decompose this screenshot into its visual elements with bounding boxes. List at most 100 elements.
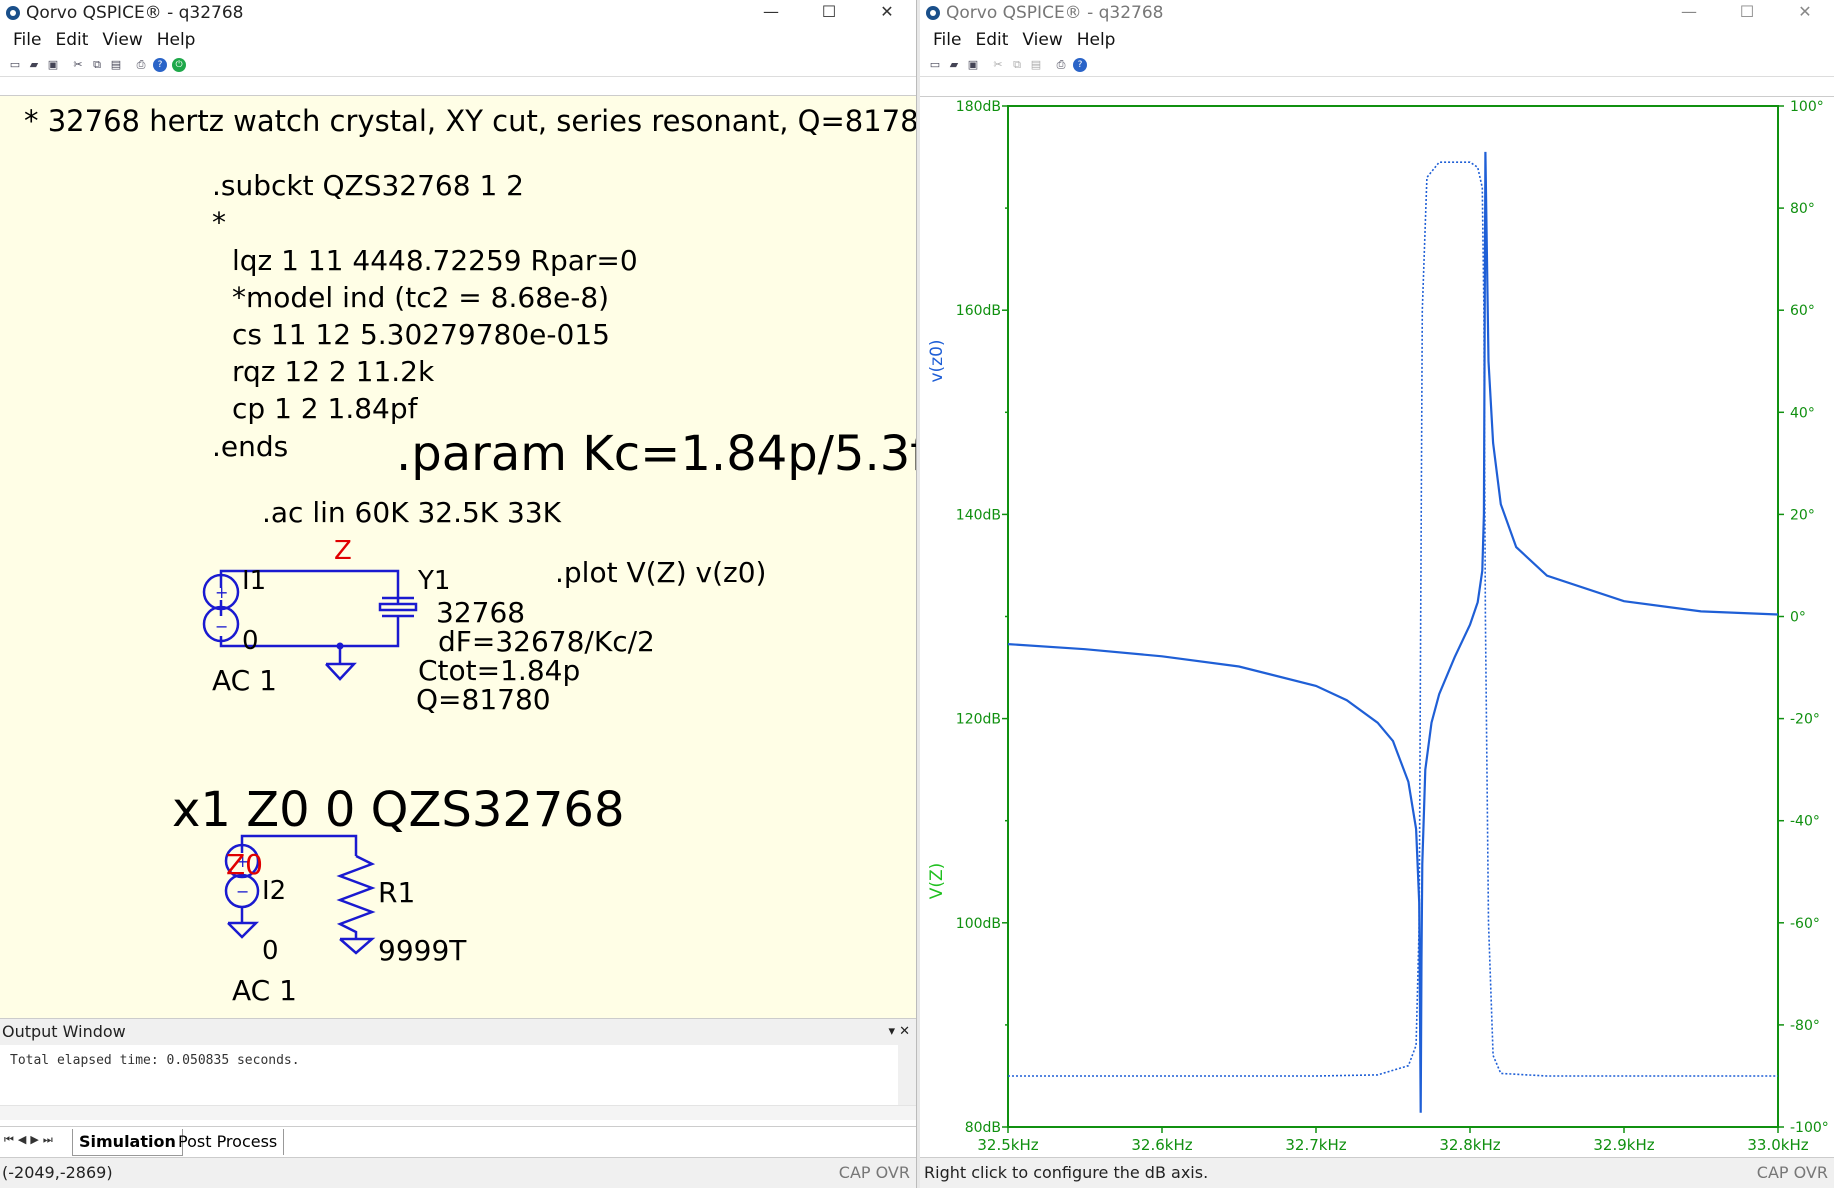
toolbar: ▭ ▰ ▣ ✂ ⧉ ▤ ⎙ ? ⏻: [0, 54, 916, 77]
new-file-icon[interactable]: ▭: [928, 58, 942, 72]
help-icon[interactable]: ?: [1073, 58, 1087, 72]
svg-text:−: −: [236, 882, 249, 901]
y-right-tick-label: 0°: [1790, 610, 1806, 626]
menu-file[interactable]: File: [933, 30, 961, 50]
output-window-title: Output Window ▾ ✕: [0, 1019, 916, 1045]
crystal-y1: [378, 602, 418, 612]
run-simulation-icon[interactable]: ⏻: [172, 58, 186, 72]
i1-name[interactable]: I1: [242, 566, 266, 596]
paste-icon[interactable]: ▤: [1029, 58, 1043, 72]
close-button[interactable]: ✕: [858, 0, 916, 26]
cut-icon[interactable]: ✂: [71, 58, 85, 72]
qspice-app-icon: [6, 6, 20, 20]
r1-value[interactable]: 9999T: [378, 934, 466, 967]
i1-node[interactable]: 0: [242, 626, 259, 656]
y-right-tick-label: -20°: [1790, 712, 1820, 728]
maximize-button[interactable]: ☐: [800, 0, 858, 26]
title-bar: Qorvo QSPICE® - q32768 — ☐ ✕: [0, 0, 916, 26]
y-right-tick-label: -40°: [1790, 814, 1820, 830]
menu-edit[interactable]: Edit: [975, 30, 1008, 50]
y-right-tick-label: -100°: [1790, 1120, 1829, 1136]
y-right-tick-label: 80°: [1790, 201, 1815, 217]
y-right-tick-label: -60°: [1790, 916, 1820, 932]
save-icon[interactable]: ▣: [966, 58, 980, 72]
ground-symbol: [325, 662, 357, 681]
new-file-icon[interactable]: ▭: [8, 58, 22, 72]
svg-text:+: +: [215, 583, 228, 602]
x-tick-label: 32.8kHz: [1439, 1136, 1500, 1154]
y-left-tick-label: 100dB: [956, 916, 1001, 932]
waveform-window: Qorvo QSPICE® - q32768 — ☐ ✕ File Edit V…: [920, 0, 1834, 1188]
status-hint: Right click to configure the dB axis.: [924, 1163, 1209, 1182]
keyboard-status: CAP OVR: [838, 1163, 910, 1182]
plot-frame: [1007, 105, 1779, 1128]
y-left-tick-label: 180dB: [956, 99, 1001, 115]
net-label-z[interactable]: Z: [334, 536, 352, 566]
minimize-button[interactable]: —: [1660, 0, 1718, 26]
y-left-tick-label: 120dB: [956, 712, 1001, 728]
y-right-tick-label: 60°: [1790, 303, 1815, 319]
x-tick-label: 32.6kHz: [1131, 1136, 1192, 1154]
y1-param[interactable]: Q=81780: [416, 683, 551, 716]
resistor-r1: [336, 854, 376, 939]
cut-icon[interactable]: ✂: [991, 58, 1005, 72]
paste-icon[interactable]: ▤: [109, 58, 123, 72]
i1-value[interactable]: AC 1: [212, 664, 277, 697]
waveform-chart[interactable]: 32.5kHz 32.6kHz 32.7kHz 32.8kHz 32.9kHz 33.0k…: [920, 97, 1834, 1157]
output-window: Output Window ▾ ✕ Total elapsed time: 0.…: [0, 1018, 916, 1127]
tab-post-process[interactable]: Post Process: [172, 1129, 285, 1155]
ground-symbol: [227, 921, 260, 939]
schematic-canvas[interactable]: * 32768 hertz watch crystal, XY cut, ser…: [0, 95, 916, 1019]
y-left-tick-label: 140dB: [956, 507, 1001, 523]
maximize-button[interactable]: ☐: [1718, 0, 1776, 26]
save-icon[interactable]: ▣: [46, 58, 60, 72]
ground-symbol: [339, 937, 376, 955]
open-folder-icon[interactable]: ▰: [947, 58, 961, 72]
i2-name[interactable]: I2: [262, 876, 286, 906]
y-left-tick-label: 80dB: [965, 1120, 1001, 1136]
y-axis-label-v-z0: v(z0): [927, 339, 947, 382]
cursor-coordinates: (-2049,-2869): [2, 1163, 113, 1182]
tab-nav-arrows[interactable]: ⏮◀▶⏭: [4, 1133, 57, 1147]
keyboard-status: CAP OVR: [1756, 1163, 1828, 1182]
menu-help[interactable]: Help: [157, 30, 196, 50]
menu-file[interactable]: File: [13, 30, 41, 50]
y-right-tick-label: 20°: [1790, 507, 1815, 523]
x-tick-label: 32.5kHz: [977, 1136, 1038, 1154]
phase-trace: [1008, 161, 1778, 1077]
r1-name[interactable]: R1: [378, 876, 415, 909]
status-bar: Right click to configure the dB axis. CA…: [920, 1157, 1834, 1188]
y-left-tick-label: 160dB: [956, 303, 1001, 319]
copy-icon[interactable]: ⧉: [90, 58, 104, 72]
print-icon[interactable]: ⎙: [1054, 58, 1068, 72]
menu-view[interactable]: View: [102, 30, 142, 50]
i2-value[interactable]: AC 1: [232, 974, 297, 1007]
menu-help[interactable]: Help: [1077, 30, 1116, 50]
magnitude-trace: [1007, 151, 1779, 1113]
i2-node[interactable]: 0: [262, 936, 279, 966]
print-icon[interactable]: ⎙: [134, 58, 148, 72]
x1-instance[interactable]: x1 Z0 0 QZS32768: [172, 782, 625, 838]
output-window-controls[interactable]: ▾ ✕: [888, 1019, 910, 1045]
output-text: Total elapsed time: 0.050835 seconds.: [0, 1045, 916, 1105]
minimize-button[interactable]: —: [742, 0, 800, 26]
menu-bar: File Edit View Help: [920, 26, 1834, 54]
horizontal-scrollbar[interactable]: [0, 1105, 916, 1120]
y1-name[interactable]: Y1: [418, 566, 450, 596]
svg-text:−: −: [215, 617, 228, 636]
open-folder-icon[interactable]: ▰: [27, 58, 41, 72]
menu-edit[interactable]: Edit: [55, 30, 88, 50]
plot-area[interactable]: 32.5kHz 32.6kHz 32.7kHz 32.8kHz 32.9kHz 33.0k…: [920, 96, 1834, 1157]
copy-icon[interactable]: ⧉: [1010, 58, 1024, 72]
net-label-z0[interactable]: Z0: [226, 848, 263, 881]
help-icon[interactable]: ?: [153, 58, 167, 72]
status-bar: (-2049,-2869) CAP OVR: [0, 1157, 916, 1188]
window-title: Qorvo QSPICE® - q32768: [26, 3, 244, 23]
schematic-wires: + − + −: [202, 569, 418, 955]
toolbar: ▭ ▰ ▣ ✂ ⧉ ▤ ⎙ ?: [920, 54, 1834, 77]
close-button[interactable]: ✕: [1776, 0, 1834, 26]
y-right-tick-label: 100°: [1790, 99, 1824, 115]
x-tick-label: 32.9kHz: [1593, 1136, 1654, 1154]
tab-simulation[interactable]: Simulation: [72, 1129, 183, 1156]
menu-view[interactable]: View: [1022, 30, 1062, 50]
